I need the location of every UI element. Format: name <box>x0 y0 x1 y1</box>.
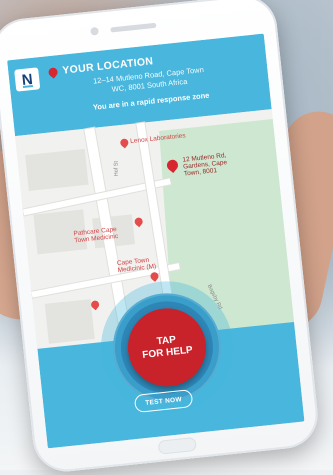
brand-logo: N <box>14 67 41 92</box>
map-block <box>44 299 95 344</box>
speaker-grille <box>110 22 157 33</box>
logo-letter: N <box>20 70 34 89</box>
phone-device: N YOUR LOCATION 12–14 Mutleno Road, Cape… <box>0 0 321 475</box>
for-help-label: FOR HELP <box>141 344 194 361</box>
location-pin-icon <box>46 65 60 79</box>
home-button[interactable] <box>157 436 197 455</box>
place-pin-icon[interactable] <box>118 137 130 149</box>
map-block <box>25 148 89 191</box>
app-screen: N YOUR LOCATION 12–14 Mutleno Road, Cape… <box>7 33 305 449</box>
front-camera <box>90 26 99 36</box>
place-pin-icon[interactable] <box>133 216 145 228</box>
street-label: Hof St <box>113 160 120 177</box>
